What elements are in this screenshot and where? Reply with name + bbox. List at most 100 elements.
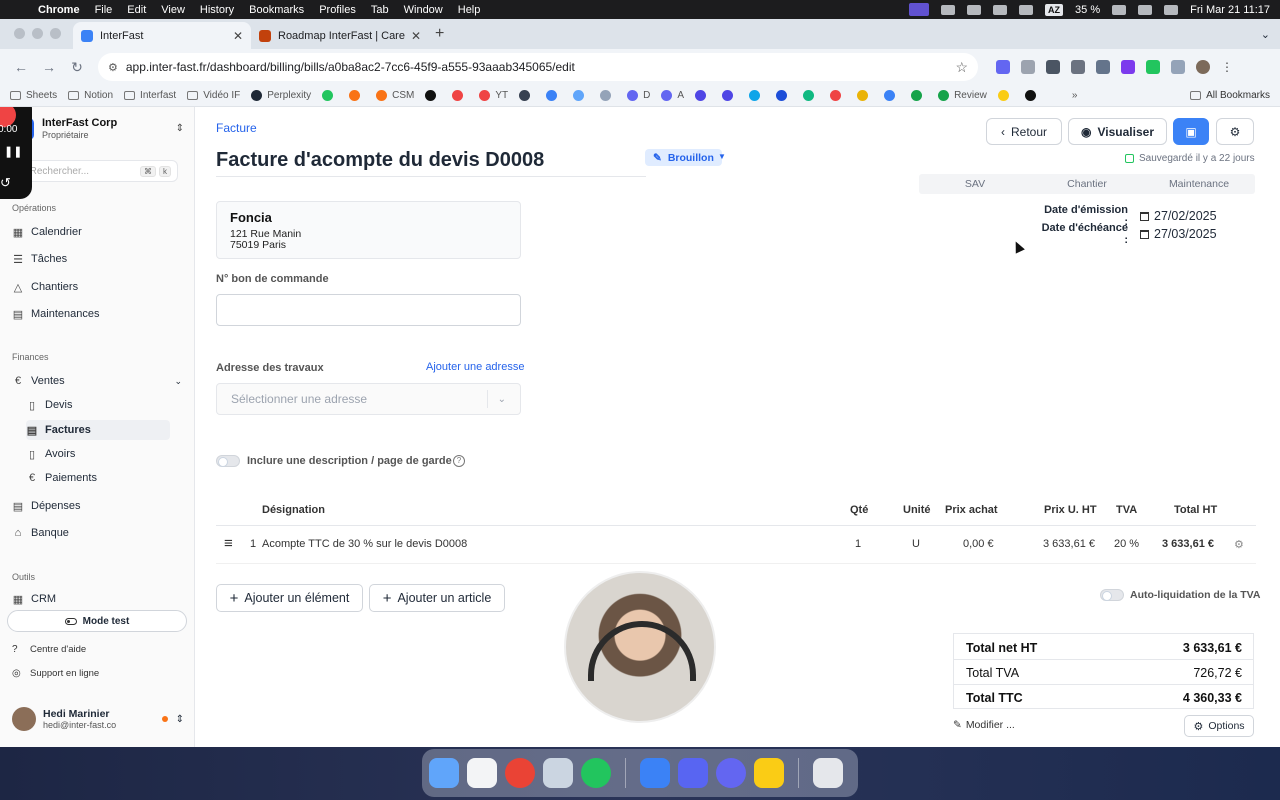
tab-search-icon[interactable]: ⌄ bbox=[1261, 28, 1270, 49]
add-article-button[interactable]: + Ajouter un article bbox=[369, 584, 505, 612]
bluetooth-icon[interactable] bbox=[993, 4, 1008, 15]
perplexity-icon[interactable] bbox=[716, 758, 746, 788]
webcam-bubble[interactable] bbox=[564, 571, 716, 723]
extension-icon[interactable] bbox=[1046, 60, 1060, 74]
bookmark-site[interactable] bbox=[425, 90, 441, 101]
menu-profiles[interactable]: Profiles bbox=[319, 4, 356, 16]
bookmark-d[interactable]: D bbox=[627, 90, 650, 101]
forward-arrow-icon[interactable]: → bbox=[38, 59, 60, 75]
battery-percent[interactable]: 35 % bbox=[1075, 4, 1100, 16]
menu-window[interactable]: Window bbox=[404, 4, 443, 16]
chevron-down-icon[interactable]: ▼ bbox=[718, 152, 726, 161]
modify-totals-link[interactable]: ✎ Modifier ... bbox=[953, 719, 1015, 731]
puzzle-icon[interactable] bbox=[1171, 60, 1185, 74]
sidebar-item-avoirs[interactable]: ▯ Avoirs bbox=[26, 444, 170, 464]
kebab-menu-icon[interactable]: ⋮ bbox=[1221, 60, 1233, 74]
sidebar-item-devis[interactable]: ▯ Devis bbox=[26, 395, 170, 415]
menu-history[interactable]: History bbox=[200, 4, 234, 16]
back-arrow-icon[interactable]: ← bbox=[10, 59, 32, 75]
segment-sav[interactable]: SAV bbox=[919, 174, 1031, 194]
bookmark-video-if[interactable]: Vidéo IF bbox=[187, 90, 240, 101]
sidebar-item-taches[interactable]: ☰ Tâches bbox=[12, 249, 182, 269]
segment-maintenance[interactable]: Maintenance bbox=[1143, 174, 1255, 194]
menu-edit[interactable]: Edit bbox=[127, 4, 146, 16]
control-center-icon[interactable] bbox=[1164, 4, 1179, 15]
menu-app-name[interactable]: Chrome bbox=[38, 4, 80, 16]
minimize-window-button[interactable] bbox=[32, 28, 43, 39]
bookmark-site[interactable] bbox=[600, 90, 616, 101]
bookmark-perplexity[interactable]: Perplexity bbox=[251, 90, 311, 101]
bookmark-site[interactable] bbox=[997, 90, 1014, 101]
back-button[interactable]: ‹ Retour bbox=[986, 118, 1062, 145]
bookmark-site[interactable] bbox=[546, 90, 562, 101]
options-button[interactable]: ⚙ Options bbox=[1184, 715, 1254, 737]
breadcrumb[interactable]: Facture bbox=[216, 121, 257, 135]
help-circle-icon[interactable]: ? bbox=[453, 455, 465, 467]
preview-button[interactable]: ◉ Visualiser bbox=[1068, 118, 1167, 145]
extension-icon[interactable] bbox=[1146, 60, 1160, 74]
bookmark-site[interactable] bbox=[519, 90, 535, 101]
menu-file[interactable]: File bbox=[95, 4, 113, 16]
brightness-icon[interactable] bbox=[941, 4, 956, 15]
online-support-link[interactable]: ◎ Support en ligne bbox=[12, 668, 99, 679]
extension-icon[interactable] bbox=[1071, 60, 1085, 74]
bookmark-site[interactable] bbox=[695, 90, 711, 101]
client-card[interactable]: Foncia 121 Rue Manin 75019 Paris bbox=[216, 201, 521, 259]
row-unit-price[interactable]: 3 633,61 € bbox=[1043, 538, 1095, 550]
due-date-input[interactable]: 27/03/2025 bbox=[1154, 227, 1217, 241]
mode-test-toggle[interactable]: Mode test bbox=[7, 610, 187, 632]
menu-tab[interactable]: Tab bbox=[371, 4, 389, 16]
profile-avatar-icon[interactable] bbox=[1196, 60, 1210, 74]
close-tab-icon[interactable]: ✕ bbox=[233, 29, 243, 43]
save-button[interactable]: ▣ bbox=[1173, 118, 1209, 145]
issue-date-input[interactable]: 27/02/2025 bbox=[1154, 209, 1217, 223]
sidebar-item-ventes[interactable]: € Ventes ⌄ bbox=[12, 371, 182, 391]
bookmark-interfast[interactable]: Interfast bbox=[124, 90, 176, 101]
site-info-icon[interactable]: ⚙ bbox=[108, 61, 118, 74]
new-tab-icon[interactable]: + bbox=[435, 25, 444, 49]
whatsapp-icon[interactable] bbox=[581, 758, 611, 788]
bookmark-maps[interactable] bbox=[911, 90, 927, 101]
add-address-link[interactable]: Ajouter une adresse bbox=[426, 361, 524, 373]
close-tab-icon[interactable]: ✕ bbox=[411, 29, 421, 43]
segment-chantier[interactable]: Chantier bbox=[1031, 174, 1143, 194]
restart-icon[interactable]: ↺ bbox=[0, 175, 11, 191]
sidebar-item-crm[interactable]: ▦ CRM bbox=[12, 591, 182, 607]
bookmark-notion[interactable]: Notion bbox=[68, 90, 113, 101]
launchpad-icon[interactable] bbox=[467, 758, 497, 788]
drag-handle-icon[interactable]: ≡ bbox=[224, 535, 233, 552]
menu-view[interactable]: View bbox=[161, 4, 185, 16]
org-switcher[interactable]: InterFast Corp Propriétaire ⇕ bbox=[12, 117, 184, 140]
sidebar-search-input[interactable]: ⌕ Rechercher... ⌘ k bbox=[12, 160, 178, 182]
bookmark-youtube[interactable] bbox=[452, 90, 468, 101]
row-unit[interactable]: U bbox=[912, 538, 920, 550]
sidebar-item-banque[interactable]: ⌂ Banque bbox=[12, 523, 182, 543]
include-description-toggle[interactable] bbox=[216, 455, 240, 467]
arc-icon[interactable] bbox=[640, 758, 670, 788]
volume-icon[interactable] bbox=[1019, 4, 1034, 15]
help-center-link[interactable]: ? Centre d'aide bbox=[12, 644, 86, 655]
row-qty[interactable]: 1 bbox=[855, 538, 861, 550]
wifi-icon[interactable] bbox=[1112, 4, 1127, 15]
notes-icon[interactable] bbox=[543, 758, 573, 788]
row-tva[interactable]: 20 % bbox=[1114, 538, 1139, 550]
extension-icon[interactable] bbox=[1096, 60, 1110, 74]
tab-interfast[interactable]: InterFast ✕ bbox=[73, 22, 251, 49]
bookmark-drive[interactable] bbox=[857, 90, 873, 101]
discord-icon[interactable] bbox=[678, 758, 708, 788]
extension-icon[interactable] bbox=[996, 60, 1010, 74]
menu-bookmarks[interactable]: Bookmarks bbox=[249, 4, 304, 16]
keep-icon[interactable] bbox=[754, 758, 784, 788]
bookmark-site[interactable] bbox=[749, 90, 765, 101]
bookmark-site[interactable] bbox=[349, 90, 365, 101]
bookmark-csm[interactable]: CSM bbox=[376, 90, 414, 101]
po-number-input[interactable] bbox=[216, 294, 521, 326]
bookmark-sheets[interactable]: Sheets bbox=[10, 90, 57, 101]
sidebar-item-maintenances[interactable]: ▤ Maintenances bbox=[12, 304, 182, 324]
more-bookmarks-icon[interactable]: » bbox=[1072, 90, 1078, 101]
bookmark-site[interactable] bbox=[776, 90, 792, 101]
sidebar-item-paiements[interactable]: € Paiements bbox=[26, 468, 170, 488]
bookmark-site[interactable] bbox=[803, 90, 819, 101]
bookmark-star-icon[interactable]: ☆ bbox=[955, 59, 968, 76]
keyboard-layout-indicator[interactable]: AZ bbox=[1045, 3, 1064, 16]
